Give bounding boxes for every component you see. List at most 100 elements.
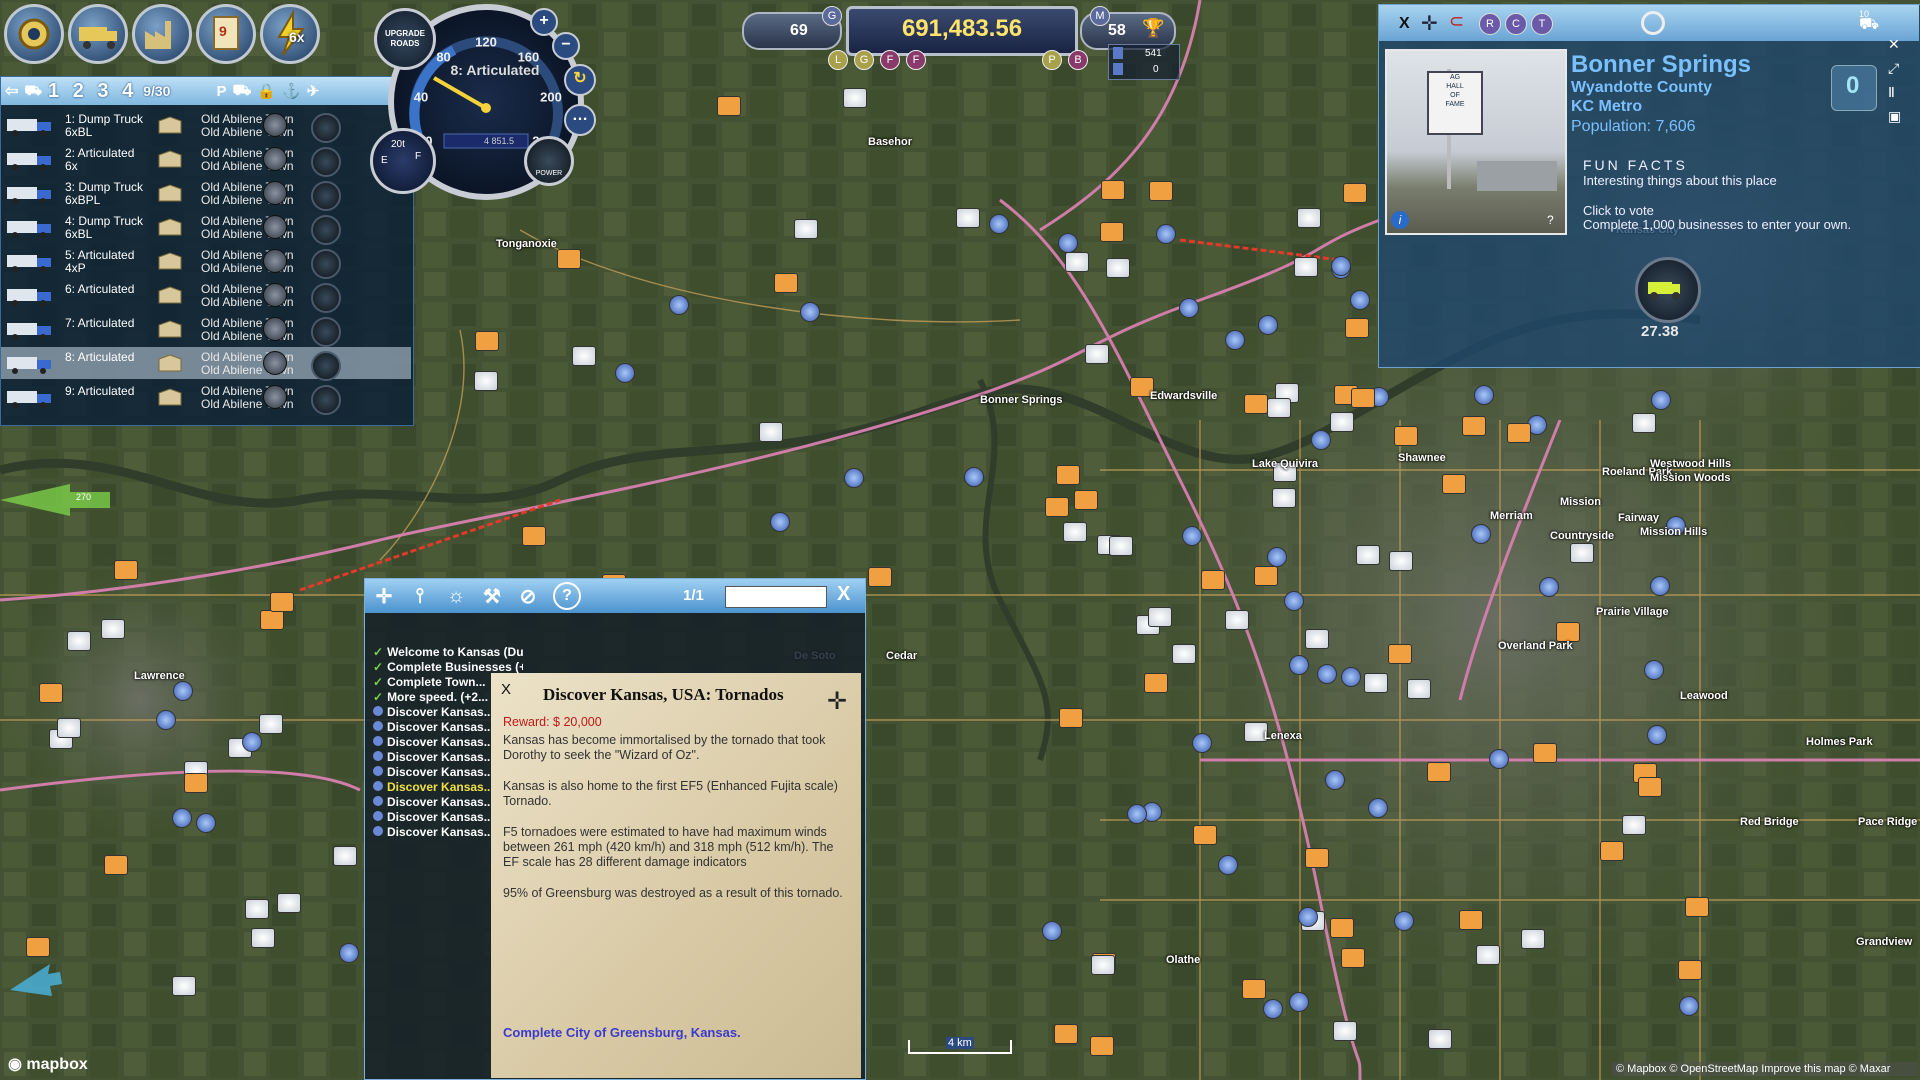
mail-marker-icon[interactable]	[1622, 815, 1646, 835]
mail-marker-icon[interactable]	[1330, 412, 1354, 432]
city-marker-icon[interactable]	[1218, 855, 1238, 875]
business-marker-icon[interactable]	[1507, 423, 1531, 443]
status-indicator[interactable]	[263, 351, 287, 375]
gear-icon[interactable]	[4, 4, 64, 64]
more-button[interactable]: …	[564, 104, 596, 136]
map-attribution[interactable]: © Mapbox © OpenStreetMap Improve this ma…	[1612, 1062, 1918, 1076]
vehicle-action-button[interactable]	[311, 249, 341, 279]
vehicle-row[interactable]: 8: ArticulatedOld Abilene TownOld Abilen…	[1, 347, 411, 379]
city-marker-icon[interactable]	[844, 468, 864, 488]
business-marker-icon[interactable]	[1533, 743, 1557, 763]
cargo-box-icon[interactable]	[157, 353, 183, 373]
city-marker-icon[interactable]	[1192, 733, 1212, 753]
mail-marker-icon[interactable]	[1389, 551, 1413, 571]
city-marker-icon[interactable]	[1179, 298, 1199, 318]
vehicle-action-button[interactable]	[311, 181, 341, 211]
city-label[interactable]: Edwardsville	[1150, 390, 1217, 402]
city-marker-icon[interactable]	[156, 710, 176, 730]
business-marker-icon[interactable]	[1054, 1024, 1078, 1044]
city-label[interactable]: Fairway	[1618, 512, 1659, 524]
mail-marker-icon[interactable]	[572, 346, 596, 366]
mail-marker-icon[interactable]	[1632, 413, 1656, 433]
business-marker-icon[interactable]	[1685, 897, 1709, 917]
mail-marker-icon[interactable]	[245, 899, 269, 919]
city-marker-icon[interactable]	[800, 302, 820, 322]
business-marker-icon[interactable]	[522, 526, 546, 546]
city-label[interactable]: Shawnee	[1398, 452, 1446, 464]
resource-badge[interactable]: B	[1068, 50, 1088, 70]
city-label[interactable]: Bonner Springs	[980, 394, 1063, 406]
magnet-icon[interactable]: ⊂	[1449, 11, 1464, 32]
expand-icon[interactable]: ⤢	[1888, 60, 1918, 84]
city-label[interactable]: Lake Quivira	[1252, 458, 1318, 470]
plane-icon[interactable]: ✈	[307, 82, 320, 100]
city-label[interactable]: Westwood Hills	[1650, 458, 1731, 470]
status-indicator[interactable]	[263, 181, 287, 205]
city-marker-icon[interactable]	[1650, 576, 1670, 596]
city-label[interactable]: Prairie Village	[1596, 606, 1669, 618]
city-label[interactable]: Overland Park	[1498, 640, 1573, 652]
refresh-button[interactable]: ↻	[564, 64, 596, 96]
left-badge[interactable]: G	[822, 6, 842, 26]
city-label[interactable]: Lawrence	[134, 670, 185, 682]
status-indicator[interactable]	[263, 283, 287, 307]
mail-marker-icon[interactable]	[172, 976, 196, 996]
mail-marker-icon[interactable]	[67, 631, 91, 651]
vehicle-action-button[interactable]	[311, 147, 341, 177]
city-marker-icon[interactable]	[1298, 907, 1318, 927]
business-marker-icon[interactable]	[717, 96, 741, 116]
city-label[interactable]: Mission Hills	[1640, 526, 1707, 538]
business-marker-icon[interactable]	[1341, 948, 1365, 968]
business-marker-icon[interactable]	[1056, 465, 1080, 485]
cargo-box-icon[interactable]	[157, 251, 183, 271]
mail-marker-icon[interactable]	[1476, 945, 1500, 965]
back-arrow-icon[interactable]: ⇦	[5, 81, 18, 101]
compass-icon[interactable]: ⊘	[517, 585, 539, 607]
mail-marker-icon[interactable]	[1364, 673, 1388, 693]
mail-marker-icon[interactable]	[1225, 610, 1249, 630]
city-label[interactable]: Red Bridge	[1740, 816, 1799, 828]
city-marker-icon[interactable]	[1471, 524, 1491, 544]
business-marker-icon[interactable]	[104, 855, 128, 875]
business-marker-icon[interactable]	[1045, 497, 1069, 517]
truck-type-icon[interactable]: ⛟	[232, 82, 251, 101]
upgrade-roads-button[interactable]: UPGRADE ROADS	[374, 8, 436, 70]
business-marker-icon[interactable]	[1201, 570, 1225, 590]
city-label[interactable]: Olathe	[1166, 954, 1200, 966]
quest-detail-close[interactable]: X	[501, 681, 511, 698]
pause-icon[interactable]: Ⅱ	[1888, 84, 1918, 108]
mail-marker-icon[interactable]	[259, 714, 283, 734]
mail-marker-icon[interactable]	[1109, 536, 1133, 556]
resource-badge[interactable]: G	[854, 50, 874, 70]
mail-marker-icon[interactable]	[277, 893, 301, 913]
business-marker-icon[interactable]	[1462, 416, 1486, 436]
city-marker-icon[interactable]	[1331, 256, 1351, 276]
cargo-box-icon[interactable]	[157, 183, 183, 203]
photo-info-icon[interactable]: i	[1391, 211, 1409, 229]
business-marker-icon[interactable]	[270, 592, 294, 612]
business-marker-icon[interactable]	[1351, 388, 1375, 408]
city-marker-icon[interactable]	[242, 732, 262, 752]
vehicle-action-button[interactable]	[311, 283, 341, 313]
business-marker-icon[interactable]	[39, 683, 63, 703]
business-marker-icon[interactable]	[184, 773, 208, 793]
mail-marker-icon[interactable]	[1063, 522, 1087, 542]
vehicle-row[interactable]: 7: ArticulatedOld Abilene TownOld Abilen…	[1, 313, 411, 345]
city-label[interactable]: Mission	[1560, 496, 1601, 508]
mail-marker-icon[interactable]	[1272, 488, 1296, 508]
city-label[interactable]: Lenexa	[1264, 730, 1302, 742]
crosshair-icon[interactable]: ✛	[1421, 11, 1438, 36]
business-marker-icon[interactable]	[475, 331, 499, 351]
city-photo[interactable]: AGHALLOFFAME i ?	[1385, 49, 1567, 235]
mail-marker-icon[interactable]	[956, 208, 980, 228]
city-marker-icon[interactable]	[1127, 804, 1147, 824]
city-label[interactable]: Cedar	[886, 650, 917, 662]
parking-filter[interactable]: P	[216, 83, 226, 100]
business-marker-icon[interactable]	[1343, 183, 1367, 203]
info-tab-t[interactable]: T	[1531, 13, 1553, 35]
vehicle-row[interactable]: 1: Dump Truck6xBLOld Abilene TownOld Abi…	[1, 109, 411, 141]
business-marker-icon[interactable]	[557, 249, 581, 269]
vehicle-row[interactable]: 6: ArticulatedOld Abilene TownOld Abilen…	[1, 279, 411, 311]
vehicle-row[interactable]: 9: ArticulatedOld Abilene TownOld Abilen…	[1, 381, 411, 413]
city-label[interactable]: Holmes Park	[1806, 736, 1873, 748]
